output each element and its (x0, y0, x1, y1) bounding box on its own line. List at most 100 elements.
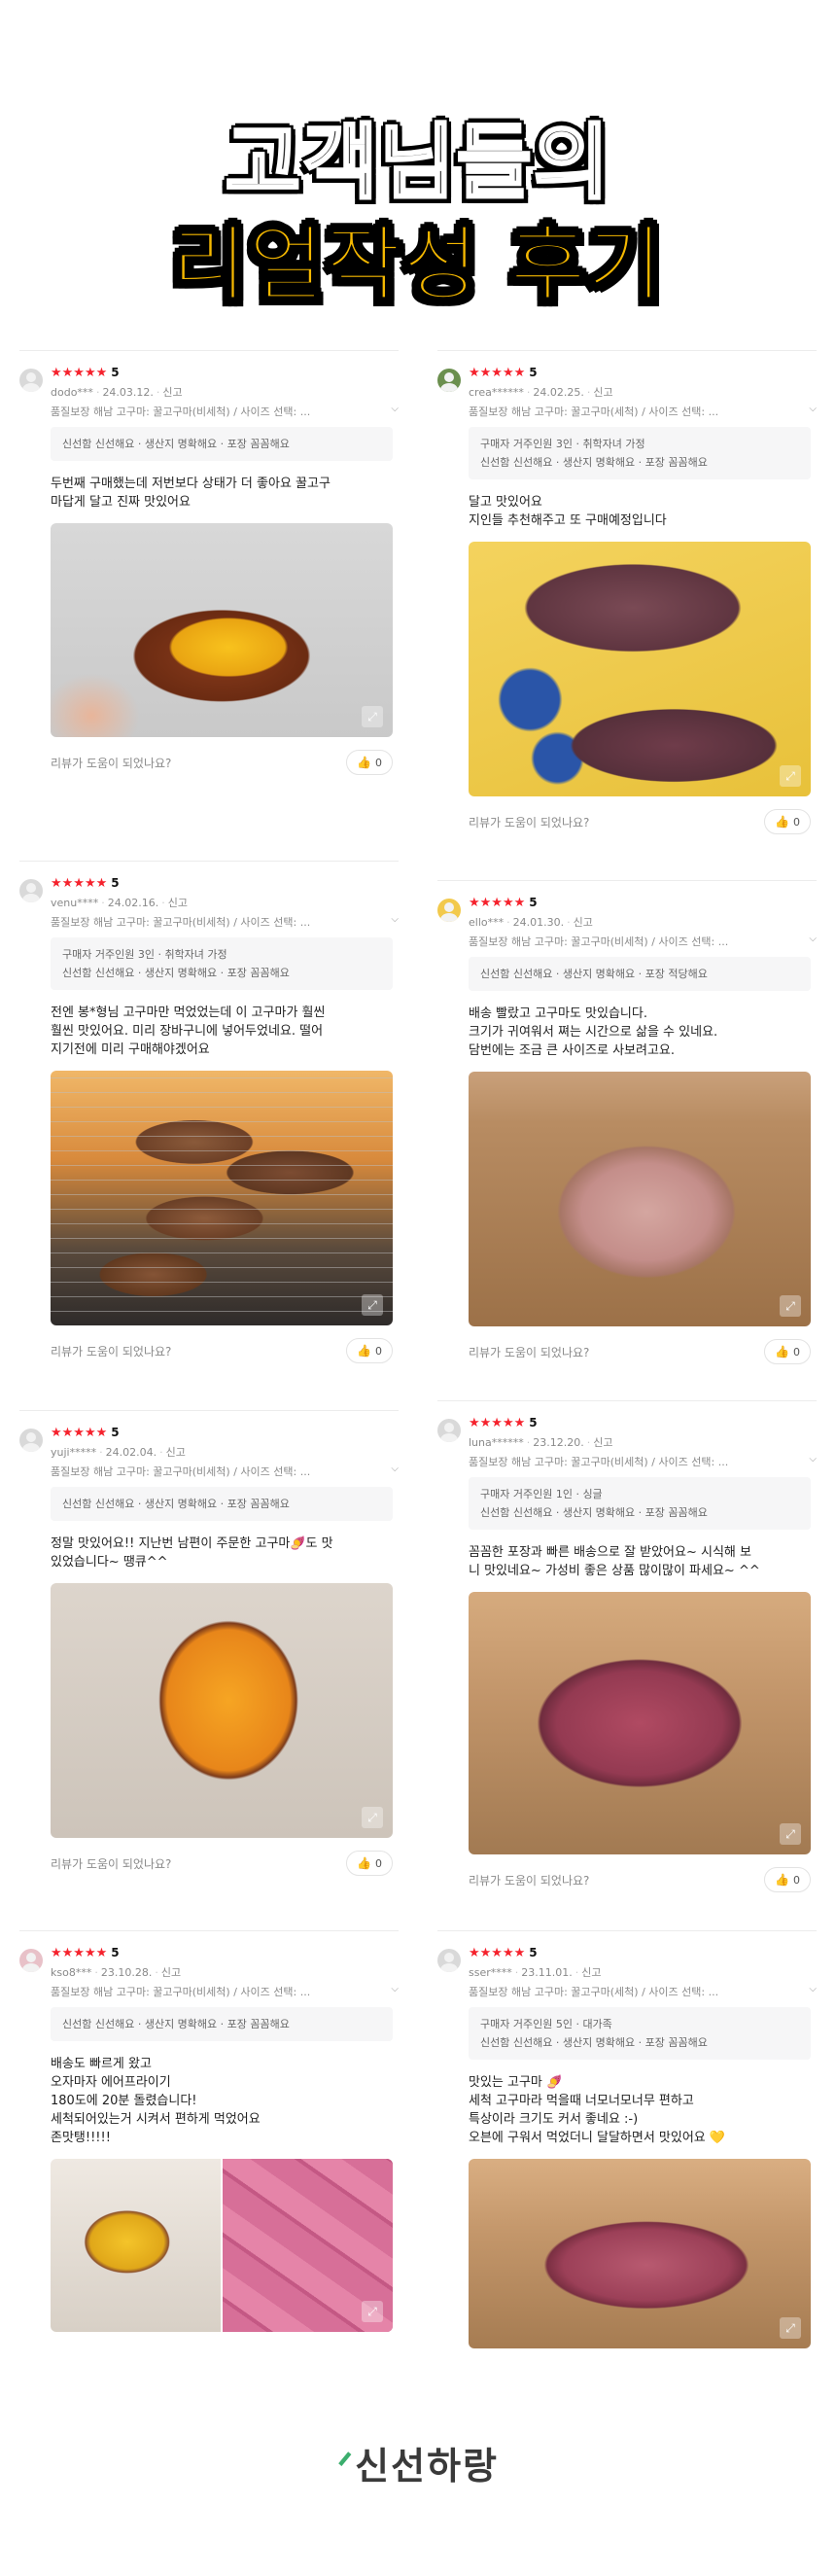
review-photo[interactable]: ⤢ (51, 1071, 393, 1325)
review-text: 맛있는 고구마 🍠 세척 고구마라 먹을때 너모너모너무 편하고 특상이라 크기… (469, 2075, 726, 2145)
review-tags: 신선함 신선해요 · 생산지 명확해요 · 포장 꼼꼼해요 (51, 2007, 393, 2041)
review-text: 두번째 구매했는데 저번보다 상태가 더 좋아요 꿀고구 마답게 달고 진짜 맛… (51, 476, 331, 510)
star-rating-icon: ★★★★★ (51, 875, 108, 891)
helpful-question: 리뷰가 도움이 되었나요? (469, 1345, 590, 1359)
rating-score: 5 (529, 1416, 538, 1429)
report-link[interactable]: 신고 (162, 386, 182, 399)
review-card: ★★★★★ 5 dodo*** · 24.03.12. · 신고 품질보장 해남 고구마… (19, 350, 399, 776)
review-tags: 신선함 신선해요 · 생산지 명확해요 · 포장 꼼꼼해요 (51, 1487, 393, 1521)
expand-icon[interactable]: ⤢ (780, 765, 801, 787)
product-option[interactable]: 품질보장 해남 고구마: 꿀고구마(비세척) / 사이즈 선택: ... ⌵ (51, 1464, 399, 1477)
review-photo[interactable]: ⤢ (51, 1583, 393, 1838)
hero-banner: 고객님들의 리얼작성 후기 (0, 0, 836, 321)
review-tags: 구매자 거주인원 3인 · 취학자녀 가정 신선함 신선해요 · 생산지 명확해… (51, 937, 393, 990)
brand-logo-text: 신선하랑 (355, 2445, 499, 2488)
product-option[interactable]: 품질보장 해남 고구마: 꿀고구마(비세척) / 사이즈 선택: ... ⌵ (51, 404, 399, 417)
user-avatar-icon (437, 899, 461, 922)
review-card: ★★★★★ 5 venu**** · 24.02.16. · 신고 품질보장 해남 고구… (19, 861, 399, 1364)
reviewer-name: crea****** (469, 386, 524, 399)
helpful-button[interactable]: 👍 0 (764, 1339, 811, 1364)
review-date: 23.10.28. (100, 1966, 153, 1979)
review-tags: 신선함 신선해요 · 생산지 명확해요 · 포장 적당해요 (469, 957, 811, 991)
product-option[interactable]: 품질보장 해남 고구마: 꿀고구마(세척) / 사이즈 선택: ... ⌵ (469, 404, 817, 417)
rating-score: 5 (529, 896, 538, 909)
star-rating-icon: ★★★★★ (51, 1425, 108, 1440)
product-option[interactable]: 품질보장 해남 고구마: 꿀고구마(세척) / 사이즈 선택: ... ⌵ (469, 1984, 817, 1997)
helpful-button[interactable]: 👍 0 (764, 1867, 811, 1892)
thumbs-up-icon: 👍 (357, 756, 371, 769)
thumbs-up-icon: 👍 (775, 1345, 789, 1359)
product-option[interactable]: 품질보장 해남 고구마: 꿀고구마(비세척) / 사이즈 선택: ... ⌵ (469, 1454, 817, 1467)
thumbs-up-icon: 👍 (357, 1856, 371, 1870)
rating-score: 5 (111, 1426, 120, 1439)
user-avatar-icon (19, 879, 43, 902)
review-tags: 구매자 거주인원 3인 · 취학자녀 가정 신선함 신선해요 · 생산지 명확해… (469, 427, 811, 479)
report-link[interactable]: 신고 (166, 1446, 186, 1459)
helpful-question: 리뷰가 도움이 되었나요? (51, 1344, 172, 1359)
expand-icon[interactable]: ⤢ (780, 1823, 801, 1845)
thumbs-up-icon: 👍 (775, 1873, 789, 1887)
review-photo[interactable]: ⤢ (469, 1592, 811, 1854)
review-text: 배송 빨랐고 고구마도 맛있습니다. 크기가 귀여워서 쪄는 시간으로 삶을 수… (469, 1006, 718, 1058)
review-photo[interactable]: ⤢ (469, 2159, 811, 2348)
star-rating-icon: ★★★★★ (469, 365, 526, 380)
expand-icon[interactable]: ⤢ (362, 706, 383, 727)
review-meta: venu**** · 24.02.16. · 신고 (51, 897, 188, 909)
report-link[interactable]: 신고 (581, 1966, 601, 1979)
helpful-button[interactable]: 👍 0 (346, 750, 393, 775)
review-card: ★★★★★ 5 sser**** · 23.11.01. · 신고 품질보장 해남 고구… (437, 1930, 817, 2348)
chevron-down-icon: ⌵ (809, 1984, 817, 1994)
star-rating-icon: ★★★★★ (469, 1945, 526, 1960)
report-link[interactable]: 신고 (574, 916, 593, 929)
report-link[interactable]: 신고 (168, 897, 188, 909)
review-meta: dodo*** · 24.03.12. · 신고 (51, 386, 183, 399)
expand-icon[interactable]: ⤢ (362, 1807, 383, 1828)
rating-score: 5 (529, 366, 538, 379)
expand-icon[interactable]: ⤢ (362, 1294, 383, 1316)
review-date: 24.02.04. (105, 1446, 157, 1459)
helpful-question: 리뷰가 도움이 되었나요? (51, 1856, 172, 1871)
report-link[interactable]: 신고 (161, 1966, 181, 1979)
review-meta: ello*** · 24.01.30. · 신고 (469, 916, 593, 929)
chevron-down-icon: ⌵ (391, 1984, 399, 1994)
review-meta: crea****** · 24.02.25. · 신고 (469, 386, 613, 399)
helpful-question: 리뷰가 도움이 되었나요? (469, 815, 590, 829)
review-date: 24.01.30. (512, 916, 565, 929)
star-rating-icon: ★★★★★ (469, 1415, 526, 1430)
review-date: 23.12.20. (533, 1436, 584, 1449)
helpful-button[interactable]: 👍 0 (346, 1338, 393, 1363)
reviewer-name: kso8*** (51, 1966, 92, 1979)
hero-title-line2: 리얼작성 후기 (171, 216, 665, 313)
product-option[interactable]: 품질보장 해남 고구마: 꿀고구마(비세척) / 사이즈 선택: ... ⌵ (51, 914, 399, 928)
reviewer-name: ello*** (469, 916, 505, 929)
expand-icon[interactable]: ⤢ (780, 2317, 801, 2339)
chevron-down-icon: ⌵ (809, 404, 817, 414)
review-photo-item[interactable] (51, 2159, 221, 2332)
user-avatar-icon (437, 369, 461, 392)
review-date: 23.11.01. (521, 1966, 573, 1979)
leaf-icon: ᐟ (337, 2445, 356, 2488)
report-link[interactable]: 신고 (593, 386, 612, 399)
helpful-button[interactable]: 👍 0 (764, 809, 811, 834)
thumbs-up-icon: 👍 (775, 815, 789, 829)
review-tags: 신선함 신선해요 · 생산지 명확해요 · 포장 꼼꼼해요 (51, 427, 393, 461)
review-photo[interactable]: ⤢ (51, 2159, 393, 2332)
report-link[interactable]: 신고 (593, 1436, 612, 1449)
review-tags: 구매자 거주인원 1인 · 싱글 신선함 신선해요 · 생산지 명확해요 · 포… (469, 1477, 811, 1530)
helpful-button[interactable]: 👍 0 (346, 1851, 393, 1876)
product-option[interactable]: 품질보장 해남 고구마: 꿀고구마(비세척) / 사이즈 선택: ... ⌵ (51, 1984, 399, 1997)
review-photo[interactable]: ⤢ (51, 523, 393, 737)
review-meta: luna****** · 23.12.20. · 신고 (469, 1436, 613, 1449)
review-photo[interactable]: ⤢ (469, 542, 811, 796)
product-option[interactable]: 품질보장 해남 고구마: 꿀고구마(비세척) / 사이즈 선택: ... ⌵ (469, 934, 817, 947)
review-date: 24.03.12. (102, 386, 154, 399)
review-photo[interactable]: ⤢ (469, 1072, 811, 1326)
review-meta: yuji***** · 24.02.04. · 신고 (51, 1446, 186, 1459)
user-avatar-icon (19, 1949, 43, 1972)
rating-score: 5 (111, 1946, 120, 1959)
review-date: 24.02.25. (533, 386, 584, 399)
helpful-question: 리뷰가 도움이 되었나요? (469, 1873, 590, 1888)
star-rating-icon: ★★★★★ (469, 895, 526, 910)
expand-icon[interactable]: ⤢ (362, 2301, 383, 2322)
expand-icon[interactable]: ⤢ (780, 1295, 801, 1317)
